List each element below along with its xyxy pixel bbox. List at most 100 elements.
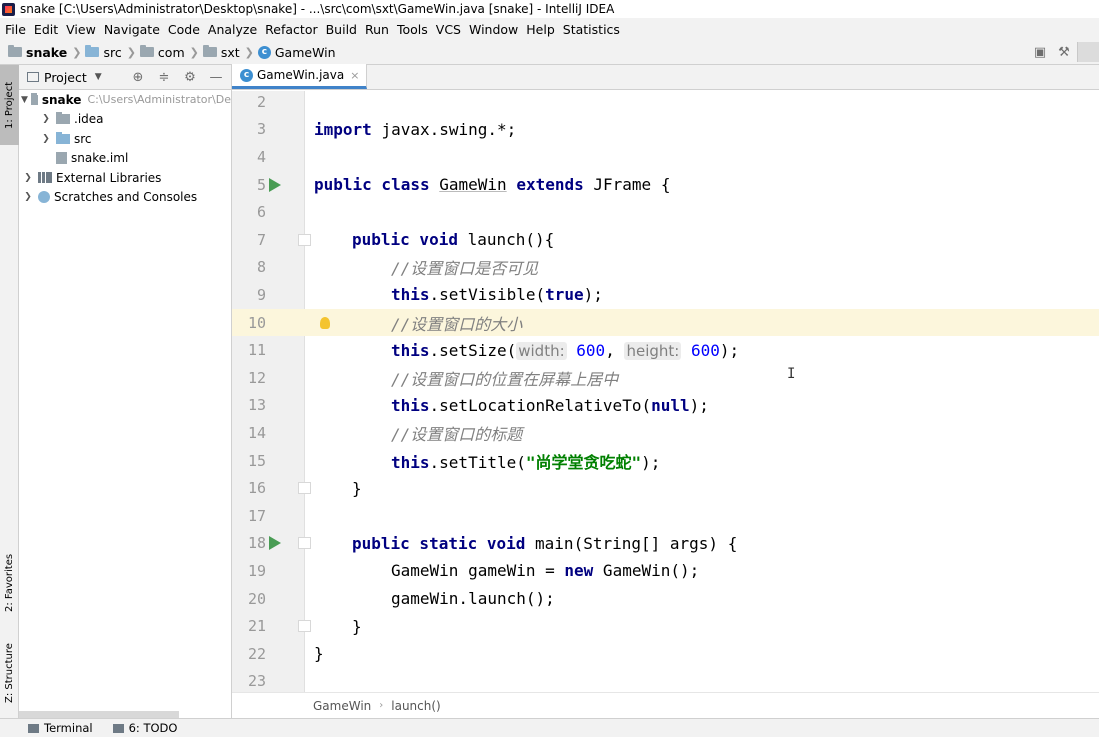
code-line: 21 }	[232, 612, 1099, 640]
hide-panel-icon[interactable]: —	[207, 69, 225, 85]
todo-list-icon	[112, 723, 124, 733]
tool-window-project[interactable]: 1: Project	[0, 65, 19, 145]
code-line: 16 }	[232, 474, 1099, 502]
code-line: 2	[232, 91, 1099, 116]
line-number: 19	[247, 561, 266, 580]
line-number: 23	[247, 672, 266, 691]
line-number: 5	[256, 175, 266, 194]
code-line-current: 10 //设置窗口的大小	[232, 308, 1099, 337]
text-cursor-icon: I	[787, 366, 796, 382]
menu-vcs[interactable]: VCS	[436, 22, 461, 37]
code-area[interactable]: 2 3 import javax.swing.*; 4 5 public cla…	[232, 91, 1099, 692]
terminal-icon	[28, 723, 39, 733]
menu-run[interactable]: Run	[365, 22, 389, 37]
menu-code[interactable]: Code	[168, 22, 200, 37]
line-number: 18	[247, 534, 266, 553]
terminal-button[interactable]: Terminal	[28, 721, 93, 735]
intellij-app-icon	[2, 2, 15, 16]
tree-item-snake[interactable]: ▼ snake C:\Users\Administrator\De	[19, 90, 231, 110]
run-gutter-icon[interactable]	[269, 177, 281, 192]
line-number: 9	[256, 285, 266, 304]
source-folder-icon	[85, 45, 100, 57]
breadcrumb-class[interactable]: GameWin	[313, 699, 371, 713]
menu-help[interactable]: Help	[526, 22, 555, 37]
tab-label: GameWin.java	[257, 68, 345, 82]
menu-window[interactable]: Window	[469, 22, 518, 37]
menu-edit[interactable]: Edit	[34, 22, 58, 37]
tree-item-label: src	[74, 131, 92, 146]
tree-item-src[interactable]: ❯ src	[19, 129, 231, 149]
menu-navigate[interactable]: Navigate	[104, 22, 160, 37]
project-view-icon	[27, 72, 39, 82]
menu-file[interactable]: File	[5, 22, 26, 37]
breadcrumb-com[interactable]: com ❯	[139, 45, 199, 60]
project-view-selector[interactable]: Project	[44, 70, 87, 85]
hammer-build-icon[interactable]: ⚒	[1053, 42, 1075, 62]
menu-bar: File Edit View Navigate Code Analyze Ref…	[0, 19, 1099, 40]
menu-refactor[interactable]: Refactor	[265, 22, 317, 37]
editor-breadcrumb: GameWin › launch()	[232, 692, 1099, 718]
code-line: 20 gameWin.launch();	[232, 585, 1099, 613]
param-hint: width:	[516, 341, 567, 360]
locate-file-icon[interactable]: ⊕	[129, 69, 147, 85]
chevron-right-icon[interactable]: ❯	[39, 134, 53, 144]
chevron-right-icon: ›	[379, 700, 384, 711]
package-folder-icon	[202, 45, 217, 57]
package-folder-icon	[139, 45, 154, 57]
tree-item-snake-iml[interactable]: snake.iml	[19, 149, 231, 169]
tree-item-idea[interactable]: ❯ .idea	[19, 110, 231, 130]
menu-tools[interactable]: Tools	[397, 22, 428, 37]
project-panel: Project ▼ ⊕ ≑ ⚙ — ▼ snake C:\Users\Admin…	[19, 65, 232, 718]
breadcrumb-src[interactable]: src ❯	[85, 45, 136, 60]
chevron-right-icon[interactable]: ❯	[21, 192, 35, 202]
fold-icon[interactable]	[298, 233, 311, 246]
fold-icon[interactable]	[298, 620, 311, 633]
chevron-down-icon[interactable]: ▼	[95, 72, 102, 82]
code-line: 17	[232, 502, 1099, 530]
chevron-right-icon[interactable]: ❯	[39, 114, 53, 124]
menu-view[interactable]: View	[66, 22, 96, 37]
bottom-tool-bar: Terminal 6: TODO	[0, 718, 1099, 737]
breadcrumb-sxt[interactable]: sxt ❯	[202, 45, 254, 60]
folder-icon	[56, 112, 70, 125]
tree-item-external-libraries[interactable]: ❯ External Libraries	[19, 168, 231, 188]
collapse-all-icon[interactable]: ≑	[155, 69, 173, 85]
chevron-down-icon[interactable]: ▼	[21, 95, 28, 105]
code-line: 11 this.setSize(width: 600, height: 600)…	[232, 336, 1099, 364]
close-icon[interactable]: ×	[350, 69, 359, 82]
layout-icon[interactable]: ▣	[1029, 42, 1051, 62]
tree-item-label: snake	[41, 92, 82, 107]
tree-item-path: C:\Users\Administrator\De	[87, 93, 231, 107]
breadcrumb-gamewin[interactable]: c GameWin	[257, 45, 336, 60]
scratches-icon	[38, 191, 50, 204]
fold-icon[interactable]	[298, 537, 311, 550]
line-number: 4	[256, 147, 266, 166]
code-line: 13 this.setLocationRelativeTo(null);	[232, 392, 1099, 420]
code-line: 12 //设置窗口的位置在屏幕上居中	[232, 364, 1099, 392]
code-line: 4	[232, 143, 1099, 171]
menu-statistics[interactable]: Statistics	[563, 22, 620, 37]
run-gutter-icon[interactable]	[269, 536, 281, 551]
code-line: 18 public static void main(String[] args…	[232, 530, 1099, 558]
tab-gamewin-java[interactable]: c GameWin.java ×	[232, 64, 368, 89]
chevron-right-icon: ❯	[126, 45, 136, 59]
todo-button[interactable]: 6: TODO	[112, 721, 177, 735]
gear-icon[interactable]: ⚙	[181, 69, 199, 85]
chevron-right-icon[interactable]: ❯	[21, 173, 35, 183]
tree-item-scratches[interactable]: ❯ Scratches and Consoles	[19, 188, 231, 208]
tool-window-favorites[interactable]: 2: Favorites	[0, 543, 19, 623]
module-file-icon	[56, 152, 67, 165]
code-line: 8 //设置窗口是否可见	[232, 254, 1099, 282]
breadcrumb-snake[interactable]: snake ❯	[8, 45, 81, 60]
lightbulb-icon[interactable]	[320, 316, 330, 329]
menu-build[interactable]: Build	[326, 22, 357, 37]
fold-icon[interactable]	[298, 482, 311, 495]
breadcrumb-method[interactable]: launch()	[391, 699, 440, 713]
module-folder-icon	[8, 45, 22, 57]
line-number: 3	[256, 120, 266, 139]
horizontal-scrollbar[interactable]	[19, 711, 179, 718]
tool-window-structure[interactable]: Z: Structure	[0, 633, 19, 713]
menu-analyze[interactable]: Analyze	[208, 22, 257, 37]
search-everywhere-icon[interactable]	[1077, 42, 1099, 62]
editor-tabs: c GameWin.java ×	[232, 64, 1099, 90]
